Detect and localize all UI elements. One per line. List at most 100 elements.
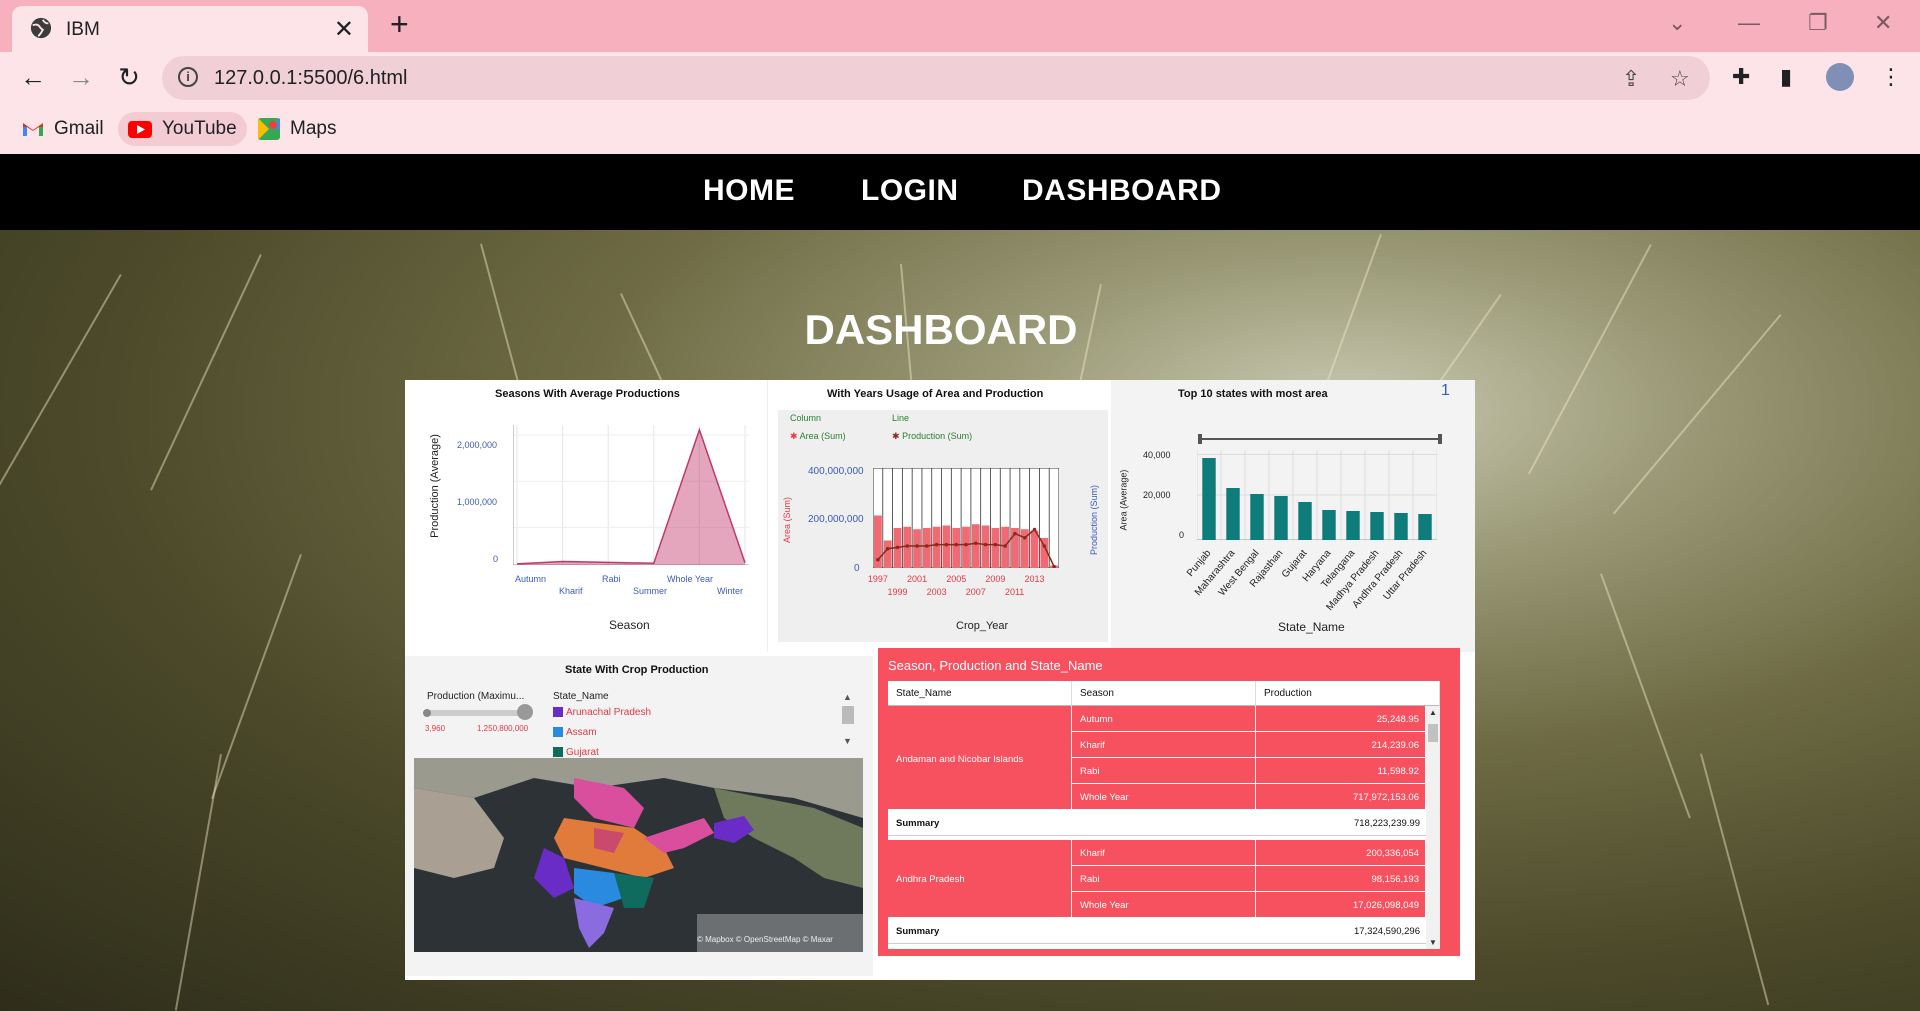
menu-icon[interactable]: ⋮	[1880, 64, 1902, 90]
new-tab-icon[interactable]: +	[390, 6, 409, 42]
states-bar-chart	[1197, 450, 1437, 540]
bookmark-star-icon[interactable]: ☆	[1670, 66, 1690, 92]
wheat-stalk	[1600, 573, 1691, 819]
state-bar	[1394, 513, 1408, 540]
states-chart-title: Top 10 states with most area	[1178, 388, 1328, 400]
state-bar	[1370, 512, 1384, 540]
production-point	[934, 542, 939, 547]
production-point	[885, 546, 890, 551]
legend-title: State_Name	[553, 691, 609, 702]
globe-icon	[30, 17, 52, 39]
bookmark-gmail[interactable]: Gmail	[12, 112, 114, 146]
scroll-down-icon[interactable]: ▼	[1429, 938, 1437, 947]
xtick: Whole Year	[667, 574, 714, 584]
tab-title: IBM	[66, 19, 100, 40]
production-point	[905, 544, 910, 548]
legend-scroll-down-icon[interactable]: ▼	[843, 736, 852, 746]
col-header-production[interactable]: Production	[1256, 681, 1440, 706]
nav-dashboard[interactable]: DASHBOARD	[1022, 174, 1222, 208]
seasons-chart-panel: Seasons With Average Productions Product…	[405, 380, 765, 652]
dashboard-board: Seasons With Average Productions Product…	[405, 380, 1475, 980]
col-header-season[interactable]: Season	[1072, 681, 1256, 706]
forward-icon[interactable]: →	[66, 62, 96, 92]
legend-scroll-thumb[interactable]	[842, 706, 854, 724]
range-slider-handle-left[interactable]	[1198, 434, 1202, 444]
share-icon[interactable]: ⇪	[1622, 66, 1640, 92]
xtick: Rabi	[602, 574, 621, 584]
slider-handle-max[interactable]	[517, 704, 533, 720]
scroll-thumb[interactable]	[1428, 724, 1438, 742]
scroll-up-icon[interactable]: ▲	[1429, 708, 1437, 717]
table-cell-production: 98,156,193	[1256, 866, 1426, 892]
production-slider[interactable]	[427, 710, 531, 716]
ytick: 2,000,000	[457, 440, 498, 450]
col-header-state[interactable]: State_Name	[888, 681, 1072, 706]
xtick: 1997	[867, 574, 888, 584]
xtick: 2007	[965, 587, 986, 597]
ytick: 400,000,000	[808, 466, 864, 477]
years-xlabel: Crop_Year	[956, 620, 1009, 632]
production-point	[973, 541, 978, 546]
restore-icon[interactable]: ❐	[1808, 10, 1828, 36]
data-table[interactable]: State_Name Season Production Andaman and…	[888, 681, 1440, 949]
site-navbar: HOME LOGIN DASHBOARD	[0, 154, 1920, 230]
table-cell-season: Kharif	[1072, 732, 1256, 758]
state-bar	[1298, 502, 1312, 540]
table-summary-value: 718,223,239.99	[1256, 810, 1426, 836]
bookmarks-bar: Gmail YouTube Maps	[0, 104, 1920, 155]
slider-handle-min[interactable]	[423, 709, 431, 717]
map-attribution: © Mapbox © OpenStreetMap © Maxar	[697, 935, 833, 944]
ytick: 200,000,000	[808, 514, 864, 525]
profile-avatar[interactable]	[1826, 63, 1854, 91]
bookmark-youtube[interactable]: YouTube	[118, 112, 247, 146]
bookmark-label: Maps	[290, 118, 337, 139]
table-summary-label: Summary	[888, 918, 1256, 944]
close-tab-icon[interactable]: ✕	[334, 15, 354, 44]
page-count-badge[interactable]: 1	[1441, 382, 1450, 400]
seasons-area-chart	[513, 425, 749, 565]
url-text: 127.0.0.1:5500/6.html	[214, 67, 408, 89]
ytick: 20,000	[1143, 490, 1171, 500]
page-title: DASHBOARD	[804, 306, 1078, 353]
tab-search-icon[interactable]: ⌄	[1668, 10, 1686, 36]
xtick: Autumn	[515, 574, 547, 584]
ytick: 40,000	[1143, 450, 1171, 460]
bookmark-maps[interactable]: Maps	[248, 112, 346, 146]
browser-tab[interactable]: IBM ✕	[12, 6, 368, 52]
address-bar[interactable]: i 127.0.0.1:5500/6.html ⇪ ☆	[162, 56, 1710, 100]
state-bar	[1346, 511, 1360, 540]
area-fill	[517, 429, 745, 565]
map-panel: State With Crop Production Production (M…	[405, 656, 873, 976]
production-point	[925, 544, 929, 548]
extensions-icon[interactable]: ✚	[1732, 64, 1750, 90]
table-cell-season: Whole Year	[1072, 892, 1256, 918]
india-map[interactable]	[414, 758, 863, 952]
table-cell-state: Andhra Pradesh	[888, 840, 1072, 918]
table-cell-production: 25,248.95	[1256, 706, 1426, 732]
maps-icon	[258, 118, 280, 140]
side-panel-icon[interactable]: ▮	[1780, 64, 1792, 90]
range-slider-handle-right[interactable]	[1438, 434, 1442, 444]
area-bar	[971, 524, 980, 568]
legend-scroll-up-icon[interactable]: ▲	[843, 692, 852, 702]
xtick: 2001	[907, 574, 928, 584]
seasons-ylabel: Production (Average)	[428, 434, 441, 538]
area-bar	[942, 525, 951, 568]
site-info-icon[interactable]: i	[178, 67, 198, 87]
nav-home[interactable]: HOME	[703, 174, 795, 208]
range-slider[interactable]	[1200, 438, 1440, 440]
legend-line-label: Line	[892, 413, 910, 423]
table-title: Season, Production and State_Name	[888, 658, 1103, 673]
reload-icon[interactable]: ↻	[114, 62, 144, 92]
close-window-icon[interactable]: ✕	[1874, 10, 1892, 36]
slider-max: 1,250,800,000	[477, 724, 529, 733]
gmail-icon	[23, 123, 43, 136]
production-point	[895, 545, 900, 550]
minimize-icon[interactable]: —	[1738, 10, 1760, 36]
back-icon[interactable]: ←	[18, 62, 48, 92]
state-bar	[1202, 458, 1216, 540]
table-scrollbar[interactable]: ▲ ▼	[1426, 706, 1440, 949]
nav-login[interactable]: LOGIN	[861, 174, 959, 208]
xtick: 1999	[887, 587, 908, 597]
xtick: 2011	[1004, 587, 1025, 597]
